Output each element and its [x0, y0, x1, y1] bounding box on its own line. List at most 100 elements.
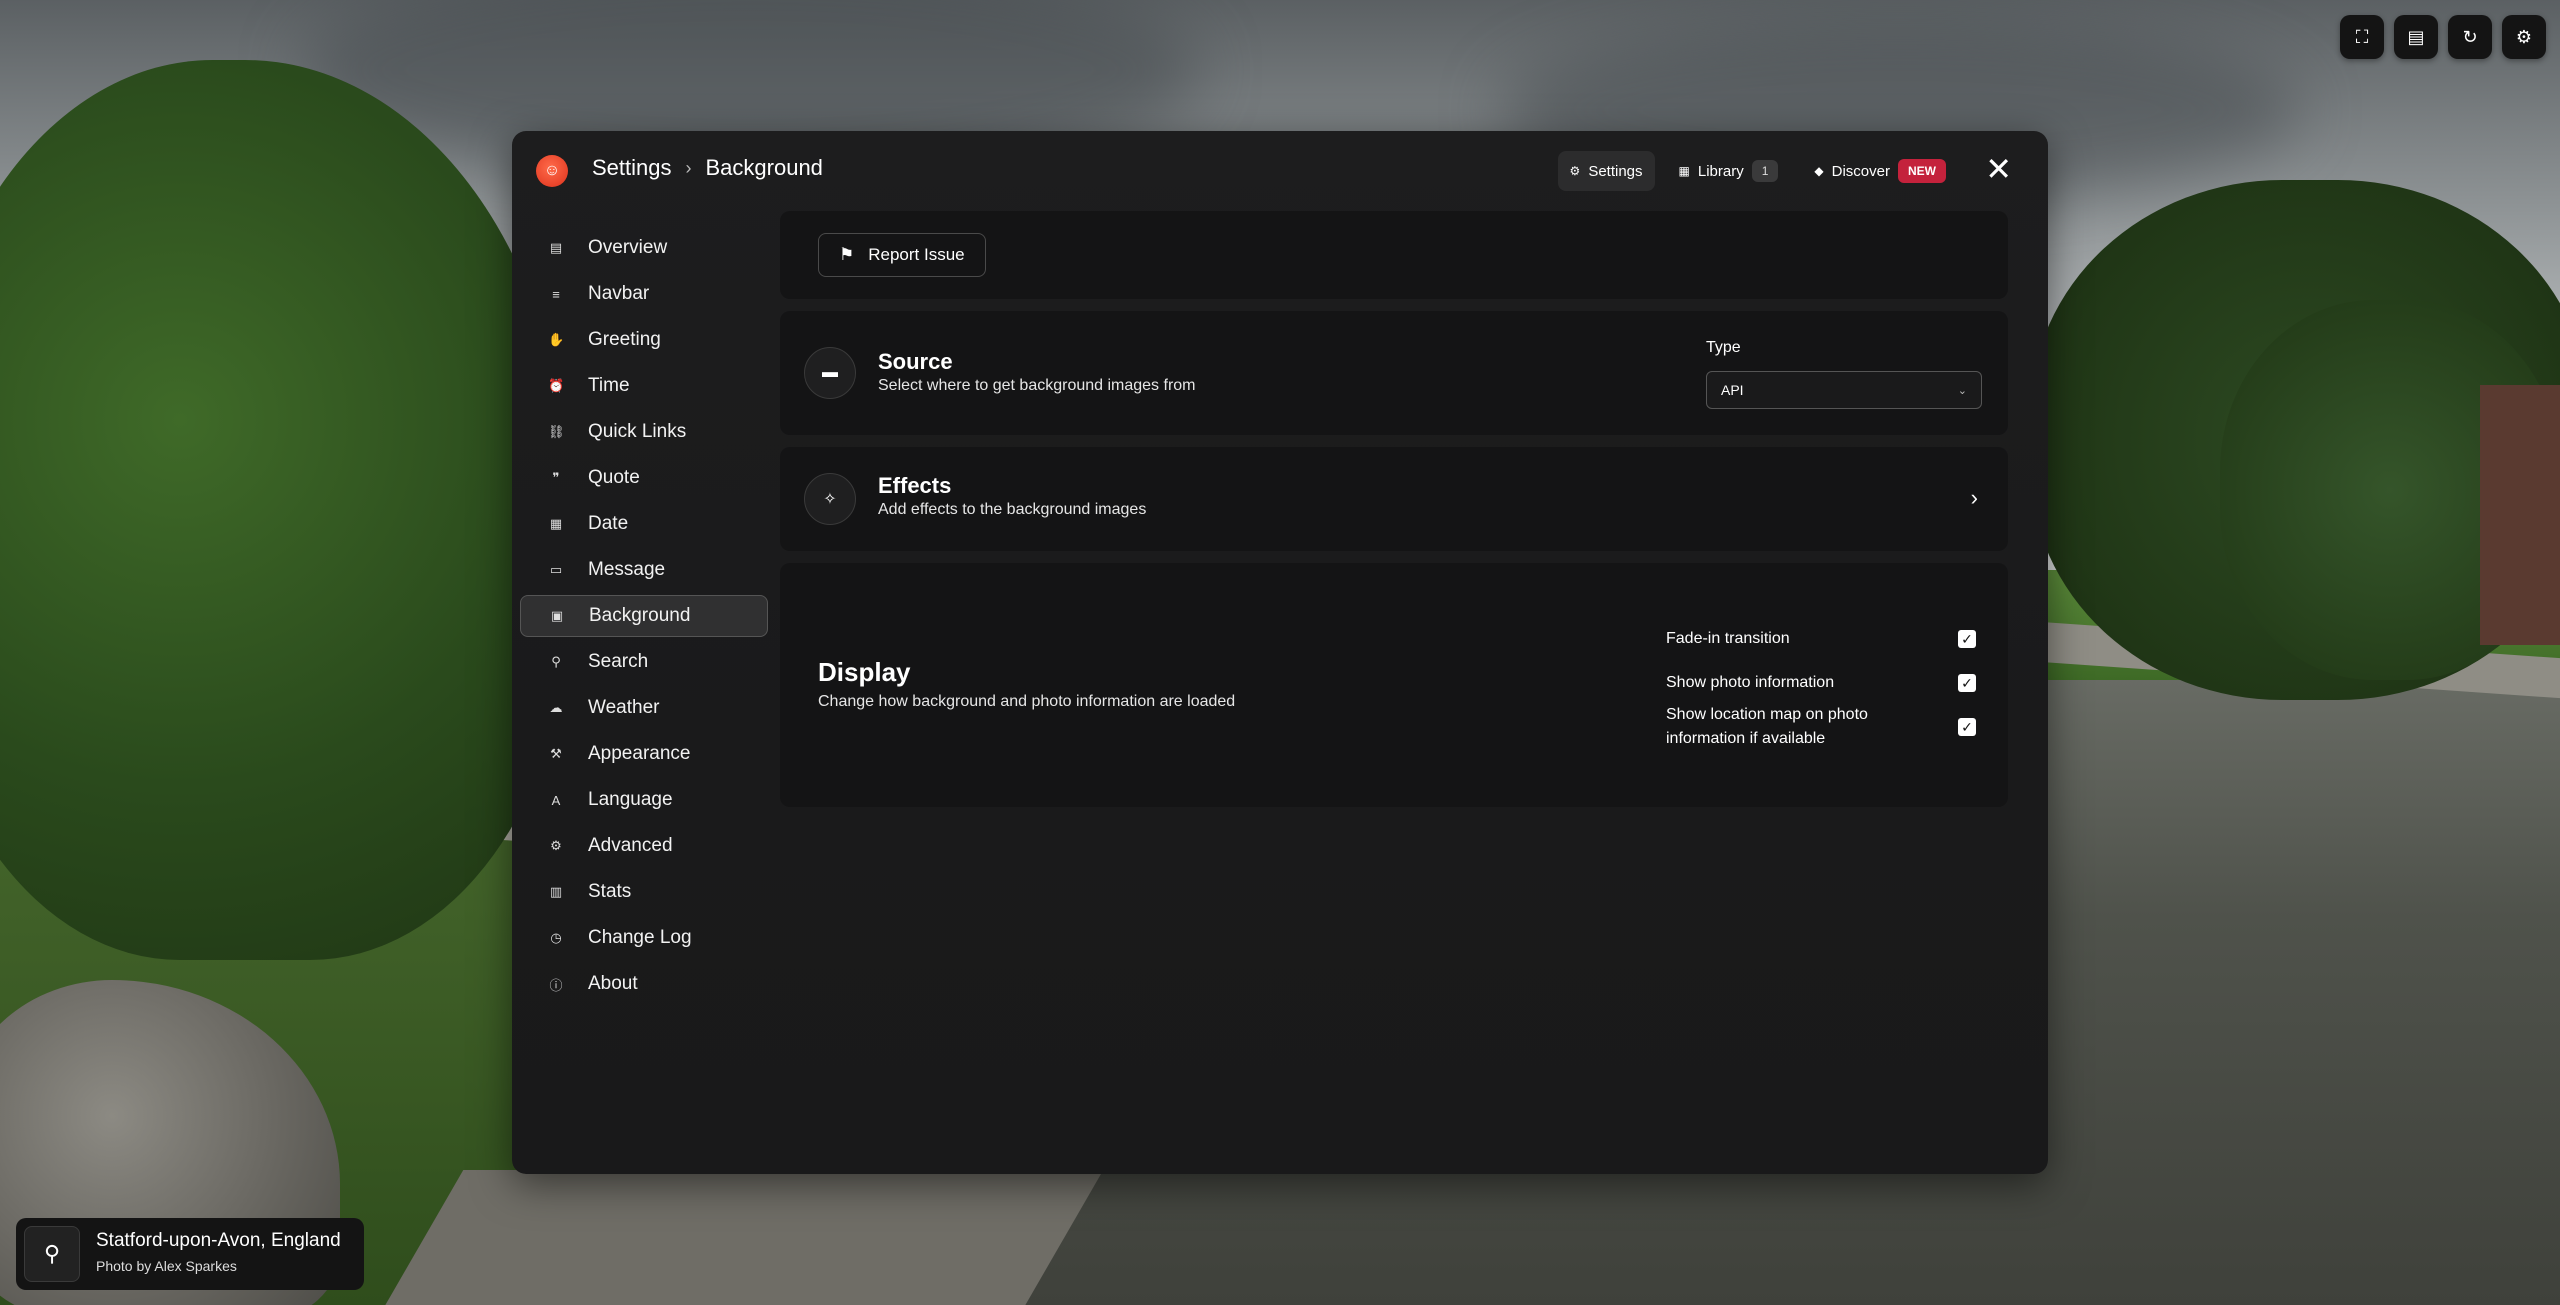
source-title: Source: [878, 349, 953, 374]
effects-subtitle: Add effects to the background images: [878, 501, 1147, 518]
settings-button[interactable]: ⚙: [2502, 15, 2546, 59]
display-title: Display: [818, 657, 911, 687]
sidebar-item-weather[interactable]: ☁ Weather: [520, 687, 768, 729]
breadcrumb-current: Background: [705, 155, 823, 180]
info-icon: ⓘ: [549, 977, 563, 993]
report-issue-label: Report Issue: [868, 245, 965, 264]
sidebar-item-label: Message: [588, 559, 666, 580]
grid-icon: ▦: [1678, 164, 1690, 178]
location-pin-icon[interactable]: ⚲: [24, 1226, 80, 1282]
chevron-right-icon: ›: [1970, 485, 1978, 510]
stats-icon: ▥: [549, 884, 563, 899]
tab-discover[interactable]: ◆ Discover NEW: [1802, 151, 1958, 191]
tab-library[interactable]: ▦ Library 1: [1667, 151, 1791, 191]
app-logo-icon: ☺: [536, 155, 568, 187]
sidebar-item-quick-links[interactable]: ⛓ Quick Links: [520, 411, 768, 453]
stone-wall: [376, 1170, 1104, 1305]
location-map-label: Show location map on photo information i…: [1666, 706, 1868, 747]
gear-icon: ⚙: [2515, 26, 2533, 47]
sidebar-item-quote[interactable]: ❞ Quote: [520, 457, 768, 499]
sidebar-item-navbar[interactable]: ≡ Navbar: [520, 273, 768, 315]
sidebar-item-background[interactable]: ▣ Background: [520, 595, 768, 637]
sidebar-item-change-log[interactable]: ◷ Change Log: [520, 917, 768, 959]
type-select-value: API: [1721, 382, 1744, 398]
photo-info-label: Show photo information: [1666, 674, 1835, 691]
sidebar-item-about[interactable]: ⓘ About: [520, 963, 768, 1005]
sidebar-item-time[interactable]: ⏰ Time: [520, 365, 768, 407]
fade-in-label: Fade-in transition: [1666, 630, 1790, 647]
navbar-icon: ≡: [552, 286, 560, 302]
report-issue-button[interactable]: ⚑ Report Issue: [818, 233, 986, 277]
sidebar-item-label: Overview: [588, 237, 668, 258]
photo-location: Statford-upon-Avon, England: [96, 1230, 341, 1251]
library-count-badge: 1: [1751, 160, 1779, 182]
tab-settings-label: Settings: [1588, 162, 1643, 180]
photo-information: ⚲ Statford-upon-Avon, England Photo by A…: [16, 1218, 364, 1290]
source-subtitle: Select where to get background images fr…: [878, 377, 1196, 394]
sidebar-item-date[interactable]: ▦ Date: [520, 503, 768, 545]
search-icon: ⚲: [551, 654, 561, 669]
sidebar-item-overview[interactable]: ▤ Overview: [520, 227, 768, 269]
link-icon: ⛓: [548, 424, 565, 439]
sidebar-item-language[interactable]: A Language: [520, 779, 768, 821]
refresh-icon: ↻: [2462, 26, 2478, 47]
tab-settings[interactable]: ⚙ Settings: [1557, 151, 1655, 191]
checkbox-checked-icon[interactable]: ✓: [1958, 718, 1976, 736]
effects-panel[interactable]: ✧ Effects Add effects to the background …: [780, 447, 2008, 551]
calendar-icon: ▦: [549, 516, 563, 531]
checkbox-checked-icon[interactable]: ✓: [1958, 674, 1976, 692]
fullscreen-icon: ⛶: [2355, 26, 2369, 47]
sidebar-item-message[interactable]: ▭ Message: [520, 549, 768, 591]
tab-library-label: Library: [1697, 162, 1744, 180]
chevron-right-icon: ›: [685, 157, 692, 178]
location-map-toggle[interactable]: Show location map on photo information i…: [1666, 703, 1976, 751]
folder-icon: ▬: [804, 347, 856, 399]
alarm-icon: ⏰: [548, 378, 565, 393]
sidebar-item-label: Stats: [588, 881, 632, 902]
sidebar-item-label: Time: [588, 375, 630, 396]
sidebar-item-stats[interactable]: ▥ Stats: [520, 871, 768, 913]
fullscreen-button[interactable]: ⛶: [2340, 15, 2384, 59]
gear-icon: ⚙: [550, 838, 562, 853]
clipboard-icon: ▤: [2407, 26, 2425, 47]
tag-icon: ◆: [1814, 164, 1824, 178]
sidebar-item-label: Background: [589, 605, 691, 626]
image-icon: ▣: [550, 608, 564, 623]
report-panel: ⚑ Report Issue: [780, 211, 2008, 299]
sidebar-item-label: Greeting: [588, 329, 661, 350]
sidebar-item-label: Search: [588, 651, 649, 672]
close-icon: ✕: [1985, 151, 2012, 187]
chevron-down-icon: ⌄: [1957, 384, 1967, 397]
notes-button[interactable]: ▤: [2394, 15, 2438, 59]
tab-discover-label: Discover: [1831, 162, 1890, 180]
sidebar-item-greeting[interactable]: ✋ Greeting: [520, 319, 768, 361]
sidebar-item-label: Language: [588, 789, 673, 810]
photo-info-toggle[interactable]: Show photo information ✓: [1666, 671, 1976, 695]
modal-header: ☺ Settings › Background ⚙ Settings ▦ Lib…: [512, 131, 2048, 211]
breadcrumb: Settings › Background: [592, 155, 823, 181]
sidebar-item-label: Appearance: [588, 743, 691, 764]
paint-roller-icon: ⚒: [550, 746, 562, 761]
sidebar-item-advanced[interactable]: ⚙ Advanced: [520, 825, 768, 867]
sidebar-item-label: Quick Links: [588, 421, 687, 442]
quote-icon: ❞: [552, 470, 560, 485]
breadcrumb-root[interactable]: Settings: [592, 155, 672, 181]
fade-in-toggle[interactable]: Fade-in transition ✓: [1666, 627, 1976, 651]
overview-icon: ▤: [549, 240, 563, 255]
close-button[interactable]: ✕: [1985, 153, 2012, 185]
checkbox-checked-icon[interactable]: ✓: [1958, 630, 1976, 648]
header-nav: ⚙ Settings ▦ Library 1 ◆ Discover NEW: [1557, 151, 1958, 191]
sidebar-item-appearance[interactable]: ⚒ Appearance: [520, 733, 768, 775]
display-panel: Display Change how background and photo …: [780, 563, 2008, 807]
wave-icon: ✋: [548, 332, 565, 347]
type-select[interactable]: API ⌄: [1706, 371, 1982, 409]
sidebar-item-search[interactable]: ⚲ Search: [520, 641, 768, 683]
refresh-button[interactable]: ↻: [2448, 15, 2492, 59]
effects-title: Effects: [878, 473, 952, 498]
sidebar-item-label: About: [588, 973, 638, 994]
message-icon: ▭: [549, 562, 563, 577]
top-toolbar: ⛶ ▤ ↻ ⚙: [2340, 15, 2546, 59]
sparkle-icon: ✧: [804, 473, 856, 525]
source-panel: ▬ Source Select where to get background …: [780, 311, 2008, 435]
sidebar-item-label: Change Log: [588, 927, 692, 948]
